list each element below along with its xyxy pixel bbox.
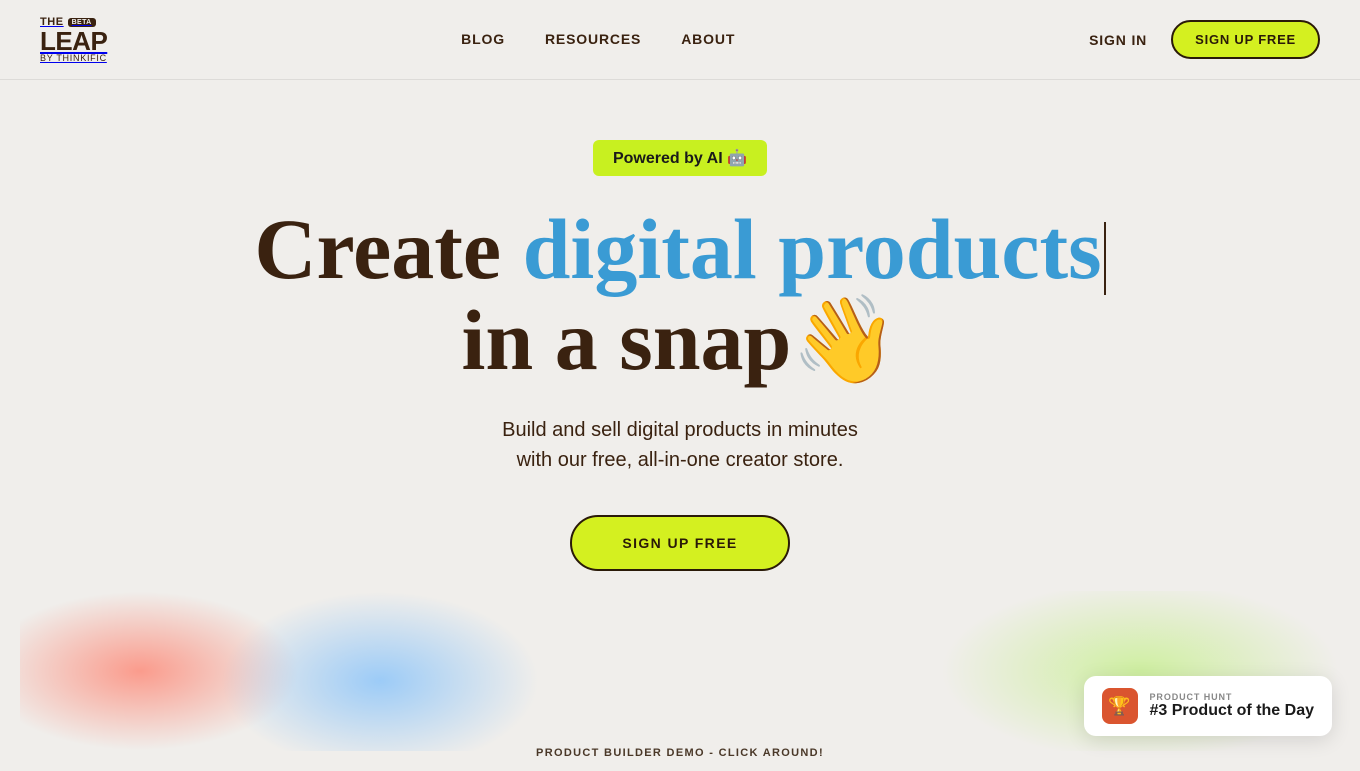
hero-headline: Create digital products in a snap👋	[254, 204, 1105, 385]
nav-right: SIGN IN SIGN UP FREE	[1089, 20, 1320, 59]
blob-blue	[220, 591, 540, 751]
nav-sign-up-button[interactable]: SIGN UP FREE	[1171, 20, 1320, 59]
bottom-bar: PRODUCT BUILDER DEMO - CLICK AROUND!	[0, 735, 1360, 771]
product-demo-text: PRODUCT BUILDER DEMO - CLICK AROUND!	[536, 747, 824, 759]
subtext-line1: Build and sell digital products in minut…	[502, 419, 858, 441]
powered-badge: Powered by AI 🤖	[593, 140, 767, 176]
ph-title: #3 Product of the Day	[1150, 702, 1314, 720]
nav-resources[interactable]: RESOURCES	[545, 31, 641, 47]
nav-links: BLOG RESOURCES ABOUT	[461, 31, 735, 49]
headline-part2: in a snap👋	[462, 292, 899, 388]
cursor-icon	[1104, 222, 1106, 295]
hero-subtext: Build and sell digital products in minut…	[502, 415, 858, 475]
sign-in-link[interactable]: SIGN IN	[1089, 32, 1147, 48]
ph-text-block: PRODUCT HUNT #3 Product of the Day	[1150, 692, 1314, 720]
logo-by: BY THINKIFIC	[40, 54, 107, 63]
logo-leap: LEAP	[40, 28, 107, 54]
logo[interactable]: THE BETA LEAP BY THINKIFIC	[40, 17, 107, 63]
nav-about[interactable]: ABOUT	[681, 31, 735, 47]
hero-sign-up-button[interactable]: SIGN UP FREE	[570, 515, 789, 571]
nav-blog[interactable]: BLOG	[461, 31, 505, 47]
headline-highlight: digital products	[523, 201, 1102, 297]
ph-label: PRODUCT HUNT	[1150, 692, 1314, 702]
product-hunt-badge[interactable]: 🏆 PRODUCT HUNT #3 Product of the Day	[1084, 676, 1332, 736]
product-hunt-icon: 🏆	[1102, 688, 1138, 724]
navbar: THE BETA LEAP BY THINKIFIC BLOG RESOURCE…	[0, 0, 1360, 80]
headline-part1: Create	[254, 201, 522, 297]
hero-section: Powered by AI 🤖 Create digital products …	[0, 80, 1360, 771]
subtext-line2: with our free, all-in-one creator store.	[517, 449, 844, 471]
